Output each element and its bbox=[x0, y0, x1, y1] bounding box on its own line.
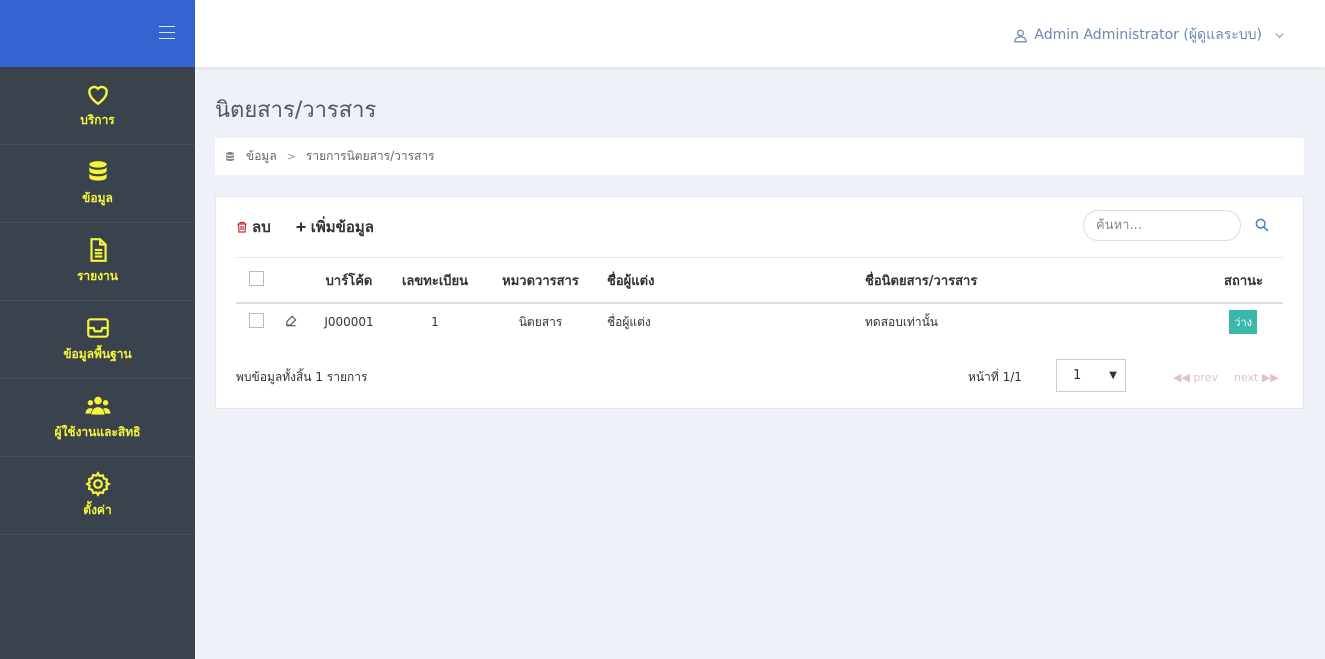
caret-down-icon: ▼ bbox=[1109, 370, 1117, 381]
delete-button[interactable]: ลบ bbox=[236, 215, 271, 239]
brand-bar bbox=[0, 0, 195, 67]
row-edit-cell bbox=[276, 303, 322, 340]
users-icon bbox=[85, 396, 110, 415]
database-icon bbox=[226, 151, 234, 161]
select-all-checkbox[interactable] bbox=[248, 270, 264, 286]
breadcrumb-item-current: รายการนิตยสาร/วารสาร bbox=[305, 149, 435, 163]
sidebar-item-label: ผู้ใช้งานและสิทธิ bbox=[54, 425, 141, 439]
breadcrumb: ข้อมูล > รายการนิตยสาร/วารสาร bbox=[215, 138, 1304, 175]
sidebar-item-master-data[interactable]: ข้อมูลพื้นฐาน bbox=[0, 301, 195, 379]
header-title[interactable]: ชื่อนิตยสาร/วารสาร bbox=[865, 257, 1173, 304]
page-select-value: 1 bbox=[1073, 368, 1082, 383]
sidebar-item-label: รายงาน bbox=[76, 269, 118, 283]
add-button[interactable]: เพิ่มข้อมูล bbox=[295, 215, 374, 239]
data-table: บาร์โค้ด เลขทะเบียน หมวดวารสาร ชื่อผู้แต… bbox=[236, 257, 1283, 340]
cell-author: ชื่อผู้แต่ง bbox=[607, 314, 651, 329]
result-count: พบข้อมูลทั้งสิ้น 1 รายการ bbox=[236, 370, 368, 384]
pager: ◀◀ prev next ▶▶ bbox=[1173, 371, 1279, 384]
sidebar-item-settings[interactable]: ตั้งค่า bbox=[0, 457, 195, 535]
cell-reg-no: 1 bbox=[431, 315, 439, 329]
header-spacer bbox=[276, 257, 322, 304]
header-barcode[interactable]: บาร์โค้ด bbox=[322, 257, 376, 304]
user-menu[interactable]: Admin Administrator (ผู้ดูแลระบบ) bbox=[1013, 24, 1285, 46]
cell-title: ทดสอบเท่านั้น bbox=[865, 314, 939, 329]
row-select-cell bbox=[236, 303, 276, 340]
search-input[interactable] bbox=[1083, 210, 1241, 241]
sidebar-item-report[interactable]: รายงาน bbox=[0, 223, 195, 301]
sidebar-item-users[interactable]: ผู้ใช้งานและสิทธิ bbox=[0, 379, 195, 457]
page-select[interactable]: 1 ▼ bbox=[1056, 359, 1126, 392]
menu-toggle-icon[interactable] bbox=[159, 26, 175, 40]
sidebar: บริการ ข้อมูล รายงาน ข้อมูลพื้นฐาน ผู้ใช… bbox=[0, 0, 195, 659]
chevron-right-icon: > bbox=[286, 150, 296, 163]
sidebar-item-label: บริการ bbox=[80, 113, 115, 127]
inbox-icon bbox=[86, 318, 109, 338]
list-panel: ลบ เพิ่มข้อมูล บาร์โค้ด เลขทะเบียน หมวดว… bbox=[215, 196, 1304, 409]
database-icon bbox=[88, 161, 107, 181]
sidebar-item-label: ข้อมูลพื้นฐาน bbox=[63, 347, 132, 361]
gear-icon bbox=[84, 471, 111, 497]
header-reg-no[interactable]: เลขทะเบียน bbox=[376, 257, 494, 304]
header-author[interactable]: ชื่อผู้แต่ง bbox=[587, 257, 865, 304]
cell-status: ว่าง bbox=[1173, 303, 1283, 340]
edit-icon[interactable] bbox=[284, 314, 298, 328]
breadcrumb-item-data[interactable]: ข้อมูล bbox=[246, 147, 277, 166]
sidebar-item-label: ตั้งค่า bbox=[83, 503, 112, 517]
heart-icon bbox=[87, 85, 108, 106]
toolbar: ลบ เพิ่มข้อมูล bbox=[236, 215, 374, 239]
top-bar: Admin Administrator (ผู้ดูแลระบบ) bbox=[195, 0, 1325, 67]
user-name: Admin Administrator (ผู้ดูแลระบบ) bbox=[1034, 27, 1262, 43]
add-label: เพิ่มข้อมูล bbox=[310, 218, 374, 236]
row-checkbox[interactable] bbox=[248, 313, 264, 328]
sidebar-item-label: ข้อมูล bbox=[82, 191, 113, 205]
prev-button[interactable]: ◀◀ prev bbox=[1173, 371, 1218, 384]
sidebar-item-data[interactable]: ข้อมูล bbox=[0, 145, 195, 223]
select-all-cell bbox=[236, 257, 276, 304]
cell-category: นิตยสาร bbox=[518, 314, 563, 329]
status-badge: ว่าง bbox=[1229, 310, 1257, 334]
table-row[interactable]: J000001 1 นิตยสาร ชื่อผู้แต่ง ทดสอบเท่าน… bbox=[236, 303, 1283, 340]
page-title: นิตยสาร/วารสาร bbox=[215, 98, 377, 123]
delete-label: ลบ bbox=[252, 218, 271, 236]
document-icon bbox=[89, 238, 107, 262]
page-info: หน้าที่ 1/1 bbox=[968, 370, 1022, 384]
cell-barcode: J000001 bbox=[324, 315, 374, 329]
trash-icon bbox=[237, 221, 247, 233]
search-icon[interactable] bbox=[1254, 217, 1270, 233]
sidebar-item-service[interactable]: บริการ bbox=[0, 67, 195, 145]
next-button[interactable]: next ▶▶ bbox=[1234, 371, 1279, 384]
plus-icon bbox=[296, 222, 306, 232]
header-category[interactable]: หมวดวารสาร bbox=[494, 257, 587, 304]
chevron-down-icon bbox=[1275, 32, 1284, 38]
user-icon bbox=[1014, 29, 1028, 42]
header-status[interactable]: สถานะ bbox=[1173, 257, 1283, 304]
table-header-row: บาร์โค้ด เลขทะเบียน หมวดวารสาร ชื่อผู้แต… bbox=[236, 257, 1283, 304]
